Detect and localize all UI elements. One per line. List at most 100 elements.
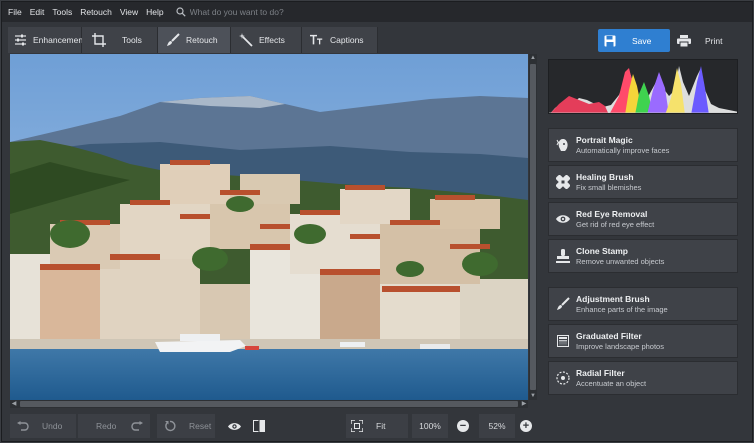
tool-clone-stamp[interactable]: Clone Stamp Remove unwanted objects [548, 239, 738, 273]
reset-icon [163, 419, 177, 433]
scroll-up-arrow-icon[interactable]: ▲ [529, 54, 537, 62]
menu-retouch[interactable]: Retouch [80, 7, 112, 17]
tool-title: Portrait Magic [576, 134, 633, 145]
zoom-100-label: 100% [419, 421, 441, 431]
compare-icon [252, 419, 266, 433]
tool-title: Adjustment Brush [576, 293, 650, 304]
menu-file[interactable]: File [8, 7, 22, 17]
tool-radial-filter[interactable]: Radial Filter Accentuate an object [548, 361, 738, 395]
horizontal-scroll-thumb[interactable] [20, 401, 518, 407]
tab-enhancement[interactable]: Enhancement [8, 27, 86, 53]
eye-icon [227, 419, 241, 433]
search-icon [176, 7, 186, 17]
undo-icon [16, 419, 30, 433]
bottom-toolbar: Undo Redo Reset Fit 100% − 52% + [8, 412, 746, 440]
tool-healing-brush[interactable]: Healing Brush Fix small blemishes [548, 165, 738, 199]
redo-button[interactable]: Redo [78, 414, 150, 438]
tab-effects-label: Effects [259, 35, 285, 45]
menu-tools[interactable]: Tools [52, 7, 72, 17]
vertical-scroll-thumb[interactable] [530, 64, 536, 390]
tab-retouch[interactable]: Retouch [158, 27, 231, 53]
tool-subtitle: Accentuate an object [576, 378, 647, 388]
stamp-icon [555, 249, 570, 264]
printer-icon [677, 34, 691, 47]
scroll-right-arrow-icon[interactable]: ▶ [520, 400, 528, 408]
tool-subtitle: Fix small blemishes [576, 182, 642, 192]
menu-search [176, 7, 350, 17]
magic-wand-icon [239, 33, 253, 47]
tab-tools-label: Tools [122, 35, 142, 45]
brush-icon [166, 33, 180, 47]
print-label: Print [705, 35, 723, 46]
tool-adjustment-brush[interactable]: Adjustment Brush Enhance parts of the im… [548, 287, 738, 321]
tab-tools[interactable]: Tools [82, 27, 158, 53]
tab-retouch-label: Retouch [186, 35, 218, 45]
horizontal-scrollbar[interactable]: ◀ ▶ [10, 400, 528, 408]
zoom-in-button[interactable]: + [516, 414, 536, 438]
radial-icon [555, 371, 570, 386]
crop-icon [92, 33, 106, 47]
fit-label: Fit [376, 421, 386, 431]
fit-button[interactable]: Fit [346, 414, 408, 438]
print-button[interactable]: Print [675, 29, 737, 52]
tool-subtitle: Get rid of red eye effect [576, 219, 655, 229]
menu-help[interactable]: Help [146, 7, 163, 17]
adjustment-brush-icon [555, 297, 570, 312]
tool-portrait-magic[interactable]: Portrait Magic Automatically improve fac… [548, 128, 738, 162]
app-window: File Edit Tools Retouch View Help Enhanc… [1, 1, 753, 442]
photo-image [10, 54, 528, 400]
menu-view[interactable]: View [120, 7, 138, 17]
mode-tabs: Enhancement Tools Retouch Effects Captio… [8, 27, 378, 53]
histogram [548, 59, 738, 114]
eye-icon [555, 212, 570, 227]
sliders-icon [14, 33, 27, 47]
redo-label: Redo [96, 421, 117, 431]
menu-edit[interactable]: Edit [30, 7, 45, 17]
tool-title: Radial Filter [576, 367, 625, 378]
tab-captions-label: Captions [330, 35, 364, 45]
tool-subtitle: Enhance parts of the image [576, 304, 668, 314]
tool-title: Red Eye Removal [576, 208, 648, 219]
face-magic-icon [555, 138, 570, 153]
zoom-100-button[interactable]: 100% [412, 414, 448, 438]
zoom-out-button[interactable]: − [453, 414, 473, 438]
text-icon [310, 33, 324, 47]
tool-title: Graduated Filter [576, 330, 642, 341]
tool-subtitle: Remove unwanted objects [576, 256, 665, 266]
scroll-down-arrow-icon[interactable]: ▼ [529, 392, 537, 400]
preview-toggle-button[interactable] [223, 414, 245, 438]
save-label: Save [632, 35, 652, 46]
undo-label: Undo [42, 421, 63, 431]
search-input[interactable] [189, 7, 350, 17]
zoom-level-value: 52% [488, 421, 506, 431]
tool-red-eye-removal[interactable]: Red Eye Removal Get rid of red eye effec… [548, 202, 738, 236]
save-button[interactable]: Save [598, 29, 670, 52]
undo-button[interactable]: Undo [10, 414, 76, 438]
scroll-left-arrow-icon[interactable]: ◀ [10, 400, 18, 408]
tool-subtitle: Automatically improve faces [576, 145, 670, 155]
tab-captions[interactable]: Captions [302, 27, 378, 53]
compare-button[interactable] [248, 414, 270, 438]
bandage-icon [555, 175, 570, 190]
tool-title: Clone Stamp [576, 245, 628, 256]
photo-canvas[interactable] [10, 54, 528, 400]
gradient-icon [555, 334, 570, 349]
tool-group-separator [548, 276, 738, 287]
vertical-scrollbar[interactable]: ▲ ▼ [529, 54, 537, 400]
minus-icon: − [457, 420, 469, 432]
histogram-graph [549, 66, 737, 113]
tool-graduated-filter[interactable]: Graduated Filter Improve landscape photo… [548, 324, 738, 358]
zoom-level-display[interactable]: 52% [479, 414, 515, 438]
fit-to-screen-icon [350, 419, 364, 433]
tool-subtitle: Improve landscape photos [576, 341, 664, 351]
floppy-disk-icon [604, 35, 616, 47]
tool-title: Healing Brush [576, 171, 634, 182]
menu-bar: File Edit Tools Retouch View Help [2, 2, 752, 22]
tab-enhancement-label: Enhancement [33, 35, 86, 45]
redo-icon [130, 419, 144, 433]
reset-label: Reset [189, 421, 212, 431]
plus-icon: + [520, 420, 532, 432]
reset-button[interactable]: Reset [157, 414, 215, 438]
retouch-tool-list: Portrait Magic Automatically improve fac… [548, 128, 738, 398]
tab-effects[interactable]: Effects [231, 27, 302, 53]
